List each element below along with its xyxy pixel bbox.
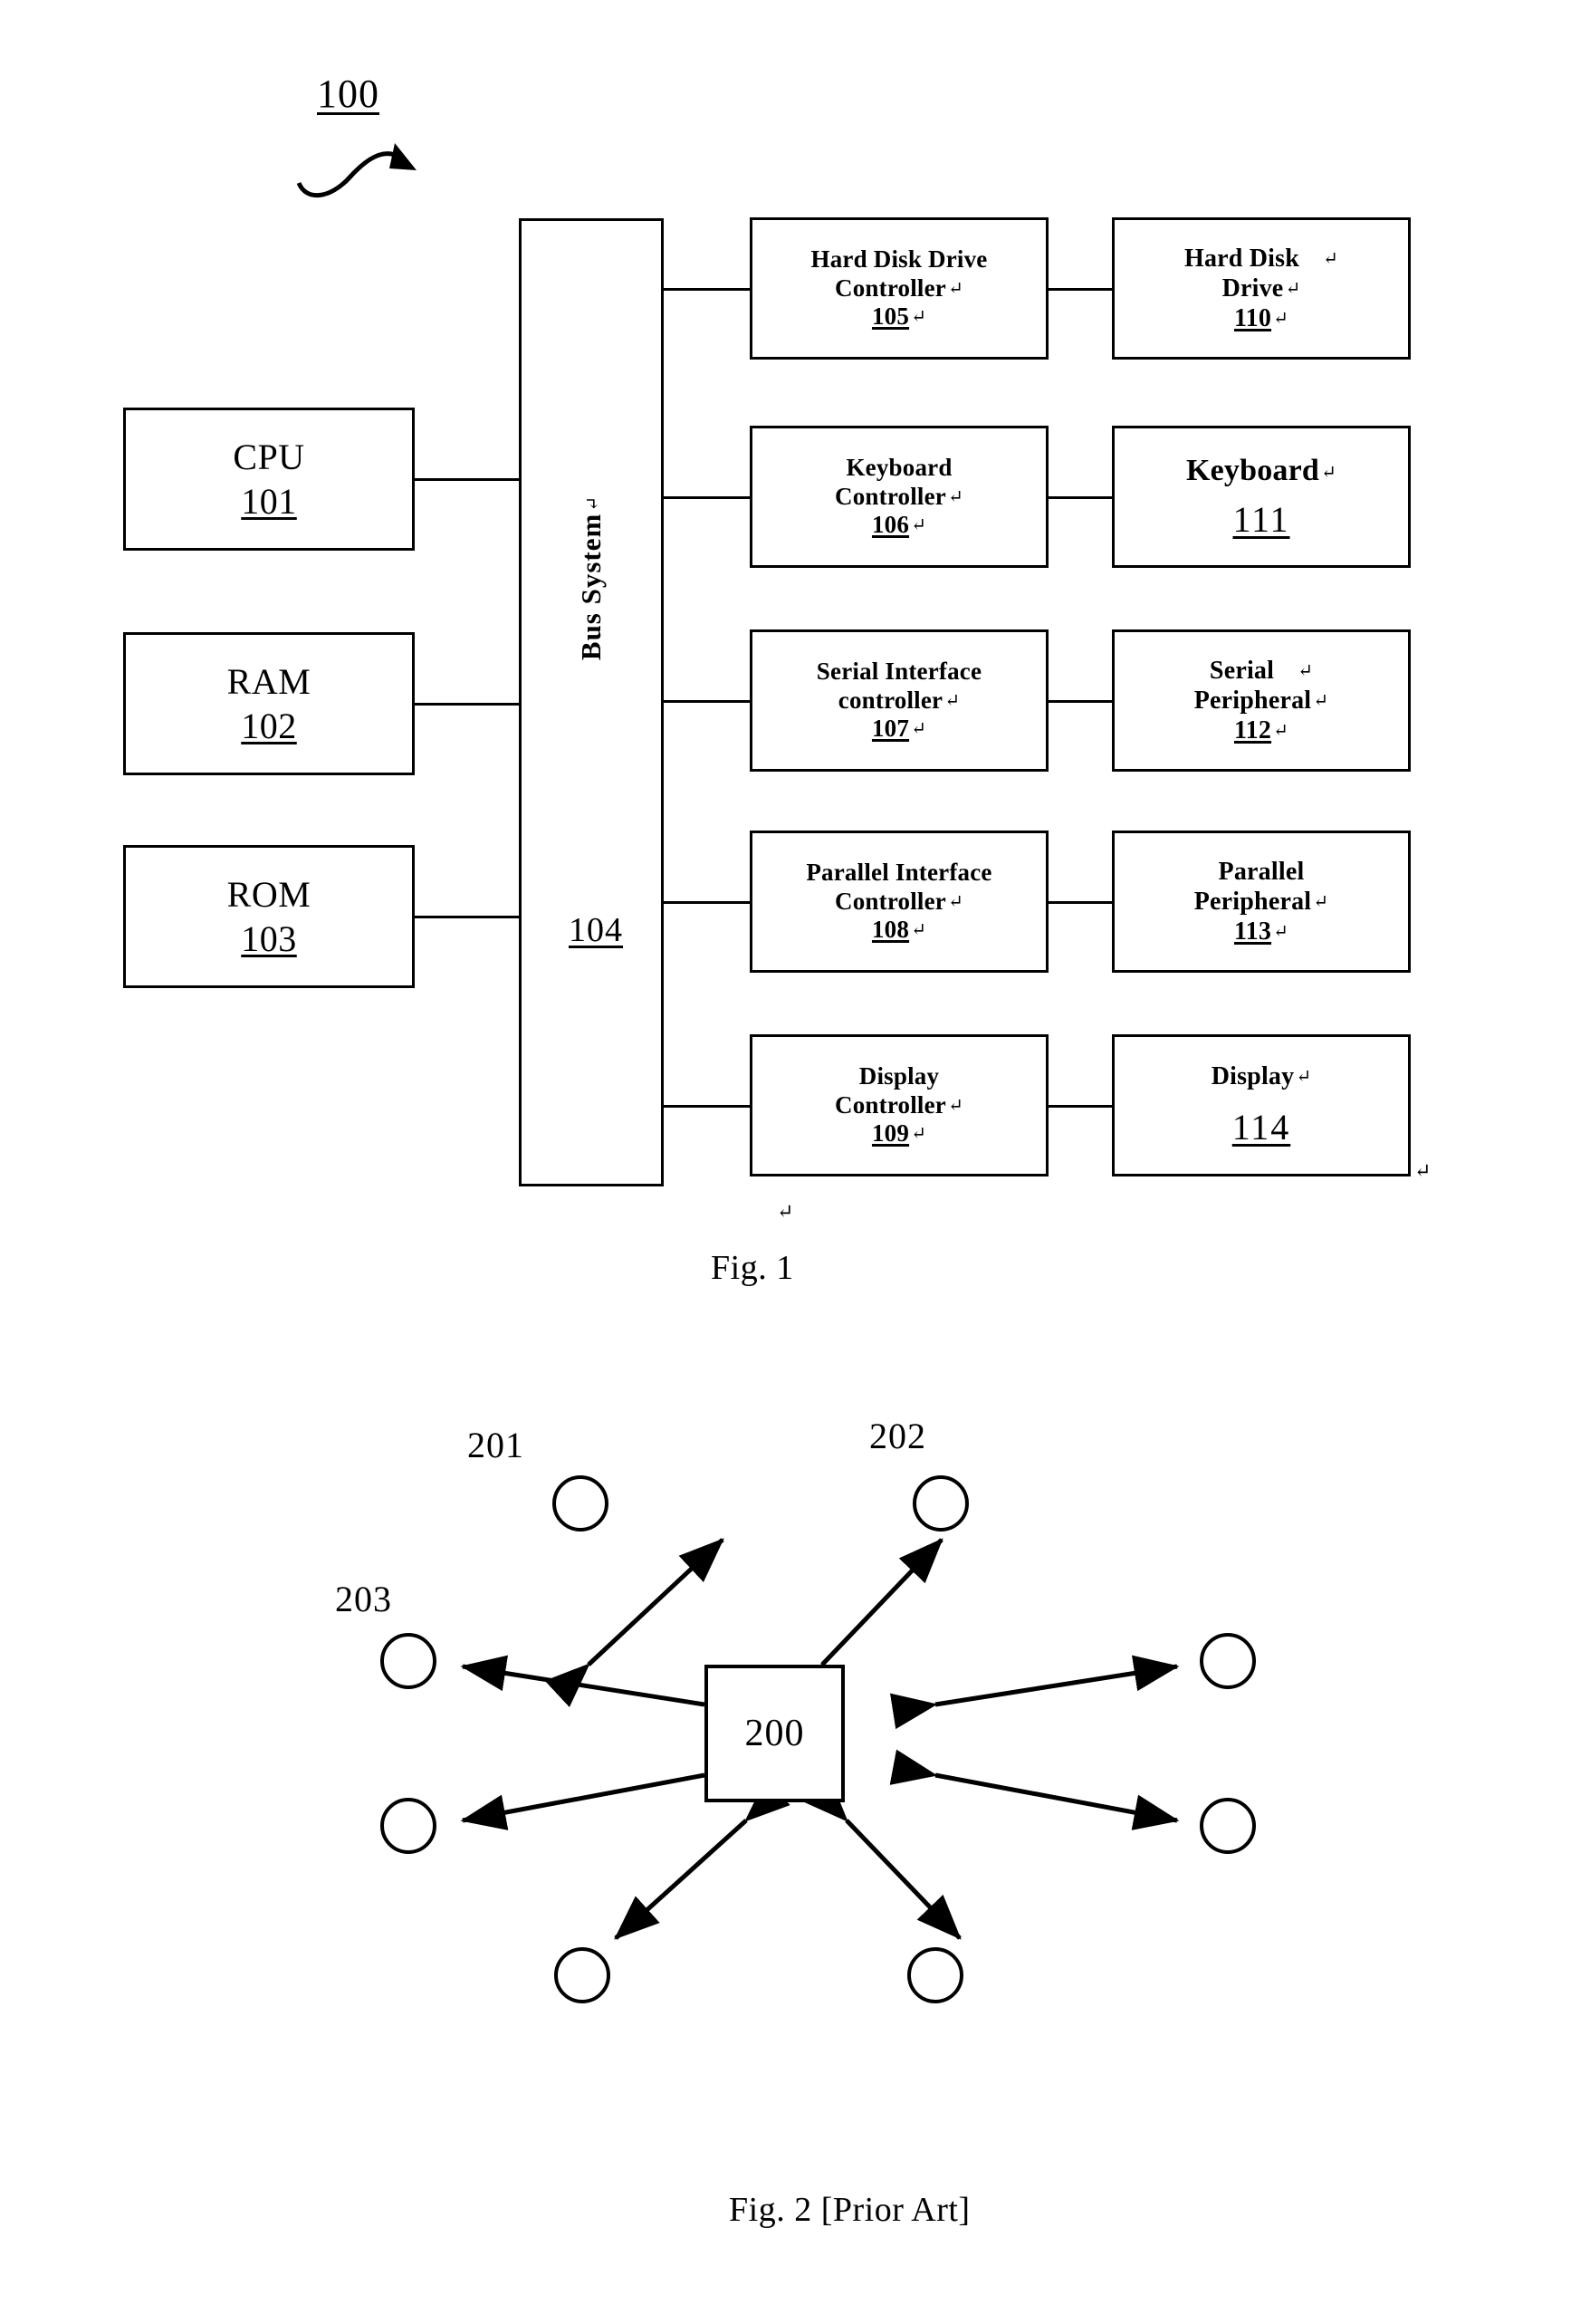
central-node-ref: 200 [744, 1713, 805, 1754]
patent-figure-sheet: 100 Bus System↵ 104 CPU 101 RAM 102 ROM … [0, 0, 1590, 2324]
satellite-node-circle [554, 1947, 610, 2003]
reference-label-201: 201 [467, 1425, 524, 1465]
satellite-node-circle [380, 1798, 436, 1854]
satellite-node-201-circle [552, 1475, 608, 1532]
satellite-node-202-circle [913, 1475, 969, 1532]
figure-2-caption: Fig. 2 [Prior Art] [729, 2191, 971, 2229]
satellite-node-circle [1200, 1798, 1256, 1854]
satellite-node-203-circle [380, 1633, 436, 1689]
central-node-200-box: 200 [704, 1665, 845, 1802]
satellite-node-circle [1200, 1633, 1256, 1689]
figure-2-arrow-layer [460, 1538, 1180, 1940]
reference-label-203: 203 [335, 1579, 392, 1619]
satellite-node-circle [907, 1947, 963, 2003]
reference-label-202: 202 [869, 1416, 926, 1456]
